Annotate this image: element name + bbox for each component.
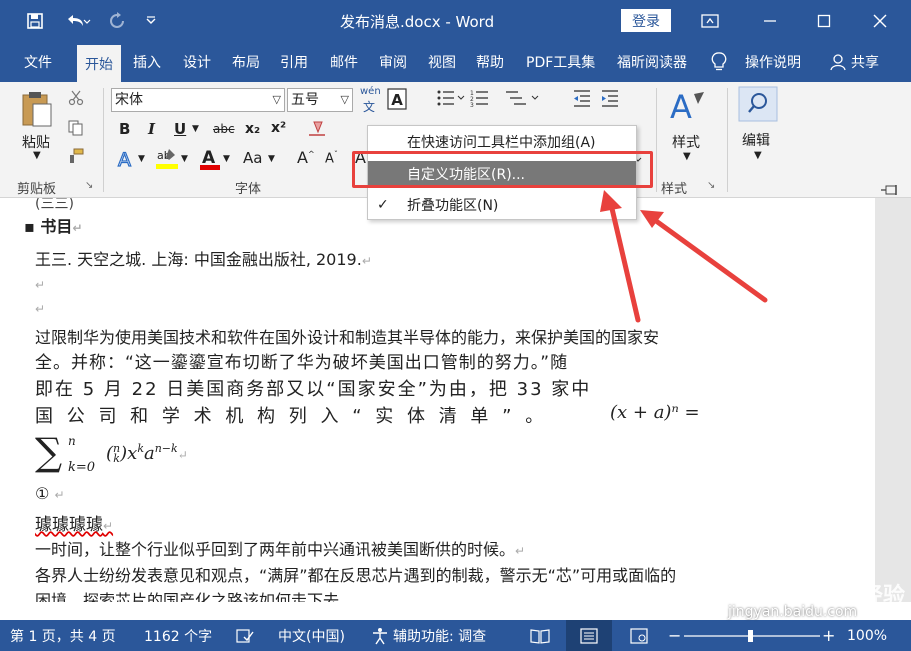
web-layout-icon[interactable] [630, 620, 648, 651]
status-bar: 第 1 页，共 4 页 1162 个字 中文(中国) 辅助功能: 调查 − + … [0, 620, 911, 651]
zoom-out-icon[interactable]: − [668, 620, 681, 651]
annotation-arrows [600, 190, 768, 323]
language-indicator[interactable]: 中文(中国) [278, 620, 345, 651]
read-mode-icon[interactable] [530, 620, 550, 651]
watermark-url: jingyan.baidu.com [728, 604, 858, 620]
proofing-icon[interactable] [236, 620, 254, 651]
word-count[interactable]: 1162 个字 [144, 620, 212, 651]
zoom-slider[interactable] [684, 620, 820, 651]
print-layout-icon[interactable] [566, 620, 612, 651]
accessibility-icon[interactable] [371, 620, 389, 651]
zoom-level[interactable]: 100% [847, 620, 887, 651]
zoom-in-icon[interactable]: + [822, 620, 835, 651]
accessibility-status[interactable]: 辅助功能: 调查 [393, 620, 486, 651]
page-count[interactable]: 第 1 页，共 4 页 [10, 620, 116, 651]
